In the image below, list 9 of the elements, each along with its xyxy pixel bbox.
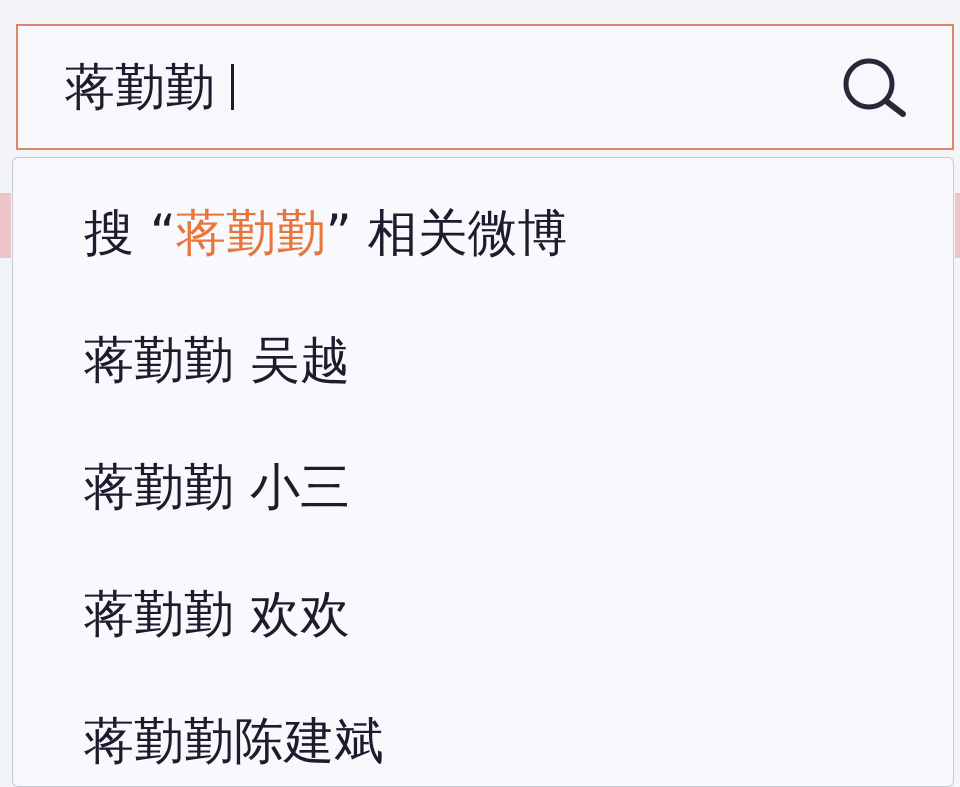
suggestion-item[interactable]: 蒋勤勤 吴越 bbox=[84, 315, 933, 405]
search-field[interactable]: 蒋勤勤 bbox=[16, 24, 954, 150]
banner-strip bbox=[955, 193, 960, 258]
suggestion-item[interactable]: 蒋勤勤 小三 bbox=[84, 442, 933, 532]
suggestion-item[interactable]: 蒋勤勤 欢欢 bbox=[84, 569, 933, 659]
banner-strip bbox=[0, 193, 11, 258]
suggestion-item[interactable]: 搜 “蒋勤勤” 相关微博 bbox=[84, 188, 933, 278]
suggestion-item[interactable]: 蒋勤勤陈建斌 bbox=[84, 696, 933, 786]
text-cursor-icon bbox=[231, 64, 234, 110]
